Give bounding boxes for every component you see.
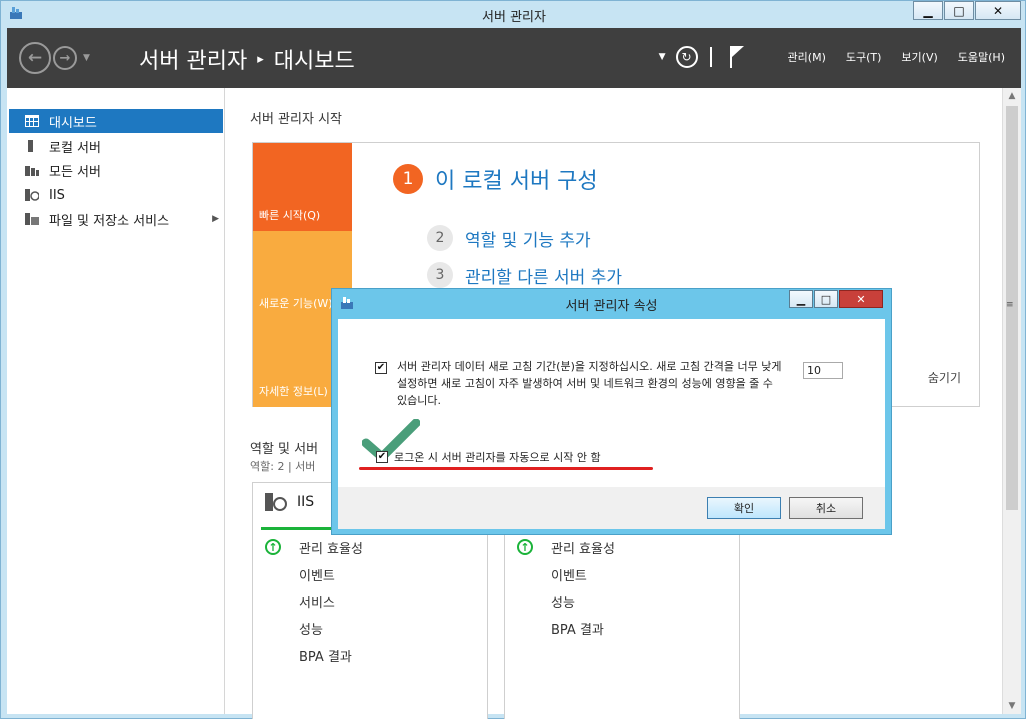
up-arrow-icon: ↑ <box>517 539 533 555</box>
card-row[interactable]: BPA 결과 <box>299 646 352 665</box>
window-title-bar: 서버 관리자 ▁ □ ✕ <box>1 1 1026 27</box>
card-row[interactable]: 이벤트 <box>299 565 335 584</box>
scroll-down-icon[interactable]: ▼ <box>1003 698 1021 714</box>
header-actions: ▼ ↻ 관리(M) 도구(T) 보기(V) 도움말(H) <box>659 46 1005 68</box>
roles-subtitle: 역할: 2 | 서버 <box>250 460 316 473</box>
maximize-button[interactable]: □ <box>944 1 974 20</box>
roles-title: 역할 및 서버 <box>250 442 319 457</box>
step-label: 역할 및 기능 추가 <box>465 230 591 251</box>
dialog-maximize-button[interactable]: □ <box>814 290 838 308</box>
refresh-interval-label: 서버 관리자 데이터 새로 고침 기간(분)을 지정하십시오. 새로 고침 간격… <box>397 360 782 407</box>
storage-icon <box>25 213 39 225</box>
no-autostart-label: 로그온 시 서버 관리자를 자동으로 시작 안 함 <box>394 451 601 464</box>
sidebar-item-all-servers[interactable]: 모든 서버 <box>9 158 223 182</box>
hide-link[interactable]: 숨기기 <box>928 369 961 386</box>
header-bar: ← → ▼ 서버 관리자 ▸ 대시보드 ▼ ↻ 관리(M) 도구(T) 보기(V) 도… <box>7 28 1021 88</box>
refresh-dropdown-icon[interactable]: ▼ <box>659 52 666 62</box>
card-row[interactable]: 이벤트 <box>551 565 587 584</box>
header-divider <box>709 47 712 67</box>
step-number: 2 <box>427 225 453 251</box>
server-icon <box>28 140 33 152</box>
card-header: IIS <box>265 493 314 511</box>
step-label: 관리할 다른 서버 추가 <box>465 267 622 288</box>
back-arrow-icon: ← <box>27 48 43 68</box>
sidebar-item-local-server[interactable]: 로컬 서버 <box>9 134 223 158</box>
window-title: 서버 관리자 <box>482 10 546 25</box>
breadcrumb-current: 대시보드 <box>273 49 355 74</box>
step-add-servers[interactable]: 3 관리할 다른 서버 추가 <box>427 262 622 288</box>
sidebar-item-iis[interactable]: IIS <box>9 183 223 207</box>
step-label: 이 로컬 서버 구성 <box>435 169 598 194</box>
step-configure-local-server[interactable]: 1 이 로컬 서버 구성 <box>393 163 598 195</box>
card-row[interactable]: BPA 결과 <box>551 619 604 638</box>
sidebar-item-label: 대시보드 <box>49 115 97 131</box>
refresh-interval-input[interactable]: 10 <box>803 362 843 379</box>
properties-dialog: 서버 관리자 속성 ▁ □ ✕ ✔ 서버 관리자 데이터 새로 고침 기간(분)… <box>331 288 892 535</box>
step-number: 1 <box>393 164 423 194</box>
forward-arrow-icon: → <box>59 50 71 66</box>
tile-quick-start[interactable]: 빠른 시작(Q) <box>253 143 352 231</box>
breadcrumb-root[interactable]: 서버 관리자 <box>139 43 247 75</box>
history-dropdown-icon[interactable]: ▼ <box>83 53 90 63</box>
breadcrumb-separator: ▸ <box>257 51 264 67</box>
sidebar-item-label: 모든 서버 <box>49 164 101 180</box>
card-title: IIS <box>297 494 315 510</box>
menu-tools[interactable]: 도구(T) <box>846 51 882 64</box>
scroll-up-icon[interactable]: ▲ <box>1003 88 1021 104</box>
menu-manage[interactable]: 관리(M) <box>788 51 826 64</box>
welcome-title: 서버 관리자 시작 <box>250 112 342 127</box>
card-row[interactable]: 관리 효율성 <box>299 538 363 557</box>
close-button[interactable]: ✕ <box>975 1 1021 20</box>
nav-buttons: ← → ▼ <box>19 42 90 74</box>
notifications-flag-icon[interactable] <box>728 46 746 68</box>
scroll-grip-icon: ≡ <box>1006 300 1014 310</box>
sidebar-item-label: 파일 및 저장소 서비스 <box>49 213 170 229</box>
sidebar-item-label: IIS <box>49 187 65 203</box>
cancel-button[interactable]: 취소 <box>789 497 863 519</box>
no-autostart-checkbox[interactable]: ✔ <box>376 451 388 463</box>
refresh-icon[interactable]: ↻ <box>675 46 698 68</box>
card-row[interactable]: 서비스 <box>299 592 335 611</box>
menu-view[interactable]: 보기(V) <box>901 51 937 64</box>
sidebar: 대시보드 로컬 서버 모든 서버 IIS 파일 및 저장소 서비스 ▶ <box>7 88 225 714</box>
step-number: 3 <box>427 262 453 288</box>
card-row[interactable]: 성능 <box>551 592 575 611</box>
step-add-roles[interactable]: 2 역할 및 기능 추가 <box>427 225 591 251</box>
dialog-title-bar: 서버 관리자 속성 ▁ □ ✕ <box>332 289 891 317</box>
ok-button[interactable]: 확인 <box>707 497 781 519</box>
dashboard-icon <box>25 115 39 127</box>
window-controls: ▁ □ ✕ <box>912 1 1021 20</box>
vertical-scrollbar[interactable]: ▲ ≡ ▼ <box>1002 88 1021 714</box>
expand-arrow-icon[interactable]: ▶ <box>212 214 219 224</box>
forward-button[interactable]: → <box>53 46 77 70</box>
minimize-button[interactable]: ▁ <box>913 1 943 20</box>
up-arrow-icon: ↑ <box>265 539 281 555</box>
iis-icon <box>265 493 287 511</box>
sidebar-item-file-storage[interactable]: 파일 및 저장소 서비스 ▶ <box>9 207 223 231</box>
refresh-interval-checkbox[interactable]: ✔ <box>375 362 387 374</box>
dialog-close-button[interactable]: ✕ <box>839 290 883 308</box>
dialog-minimize-button[interactable]: ▁ <box>789 290 813 308</box>
card-row[interactable]: 성능 <box>299 619 323 638</box>
back-button[interactable]: ← <box>19 42 51 74</box>
card-row[interactable]: 관리 효율성 <box>551 538 615 557</box>
sidebar-item-dashboard[interactable]: 대시보드 <box>9 109 223 133</box>
red-underline-annotation <box>359 467 653 470</box>
dialog-controls: ▁ □ ✕ <box>788 290 883 308</box>
header-menu: 관리(M) 도구(T) 보기(V) 도움말(H) <box>768 49 1005 65</box>
sidebar-item-label: 로컬 서버 <box>49 140 101 156</box>
breadcrumb: 서버 관리자 ▸ 대시보드 <box>139 43 355 75</box>
menu-help[interactable]: 도움말(H) <box>958 51 1005 64</box>
iis-icon <box>25 189 39 201</box>
servers-icon <box>25 166 39 176</box>
